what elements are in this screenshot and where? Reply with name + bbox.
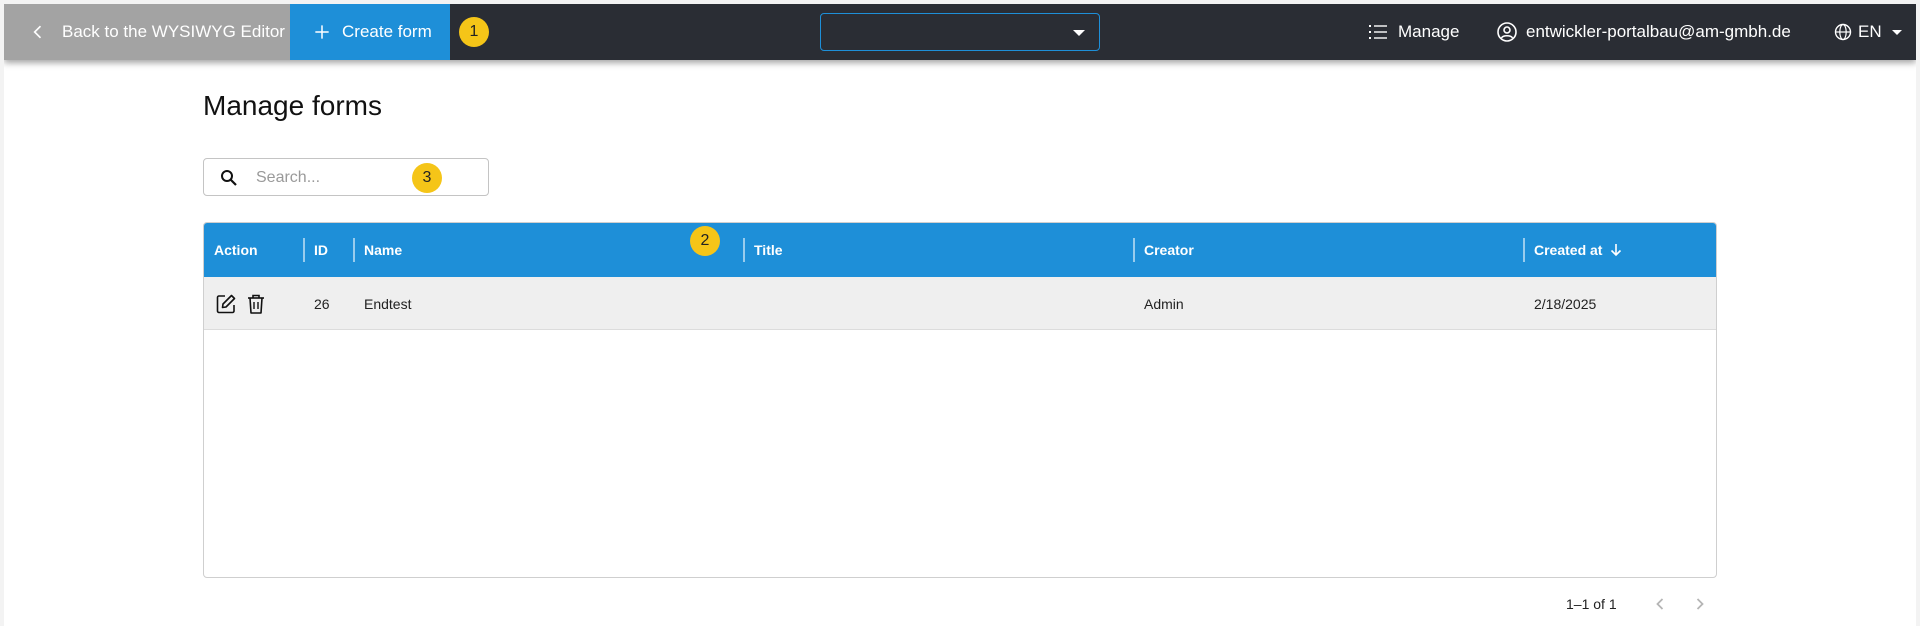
pagination-range: 1–1 of 1 bbox=[1566, 596, 1617, 612]
created-at-label: Created at bbox=[1534, 242, 1603, 258]
column-separator[interactable] bbox=[353, 238, 355, 262]
edit-icon[interactable] bbox=[214, 292, 238, 316]
back-button-label: Back to the WYSIWYG Editor bbox=[62, 22, 285, 41]
back-to-editor-button[interactable]: Back to the WYSIWYG Editor bbox=[4, 4, 290, 60]
column-header-action[interactable]: Action bbox=[214, 223, 258, 277]
cell-creator: Admin bbox=[1144, 295, 1184, 312]
forms-table: Action ID Name Title Creator Created at bbox=[203, 222, 1717, 578]
search-icon bbox=[221, 170, 237, 186]
app-frame: Back to the WYSIWYG Editor Create form M… bbox=[4, 4, 1916, 626]
chevron-right-icon[interactable] bbox=[1690, 594, 1710, 614]
annotation-marker: 2 bbox=[690, 226, 720, 256]
user-email: entwickler-portalbau@am-gmbh.de bbox=[1526, 22, 1791, 41]
list-icon bbox=[1369, 25, 1387, 39]
trash-icon[interactable] bbox=[244, 292, 268, 316]
chevron-left-icon bbox=[33, 25, 42, 39]
column-separator[interactable] bbox=[1523, 238, 1525, 262]
cell-created-at: 2/18/2025 bbox=[1534, 295, 1597, 312]
cell-id: 26 bbox=[314, 295, 330, 312]
search-box bbox=[203, 158, 489, 196]
column-header-created-at[interactable]: Created at bbox=[1534, 223, 1624, 277]
language-selector[interactable]: EN bbox=[1834, 4, 1902, 60]
row-actions bbox=[214, 277, 268, 330]
annotation-marker: 3 bbox=[412, 163, 442, 193]
language-label: EN bbox=[1858, 22, 1882, 41]
table-row: 26 Endtest Admin 2/18/2025 bbox=[204, 277, 1716, 330]
globe-icon bbox=[1834, 23, 1852, 41]
create-form-label: Create form bbox=[342, 22, 432, 41]
column-header-creator[interactable]: Creator bbox=[1144, 223, 1194, 277]
chevron-down-icon bbox=[1073, 30, 1085, 36]
user-account-button[interactable]: entwickler-portalbau@am-gmbh.de bbox=[1496, 4, 1791, 60]
page-title: Manage forms bbox=[203, 90, 382, 121]
arrow-down-icon bbox=[1611, 244, 1622, 257]
create-form-button[interactable]: Create form bbox=[290, 4, 450, 60]
manage-menu-button[interactable]: Manage bbox=[1368, 4, 1459, 60]
column-header-id[interactable]: ID bbox=[314, 223, 328, 277]
form-select-dropdown[interactable] bbox=[820, 13, 1100, 51]
column-separator[interactable] bbox=[743, 238, 745, 262]
cell-name: Endtest bbox=[364, 295, 412, 312]
column-header-name[interactable]: Name bbox=[364, 223, 402, 277]
column-separator[interactable] bbox=[303, 238, 305, 262]
column-separator[interactable] bbox=[1133, 238, 1135, 262]
table-header: Action ID Name Title Creator Created at bbox=[204, 223, 1716, 277]
annotation-marker: 1 bbox=[459, 17, 489, 47]
chevron-down-icon bbox=[1891, 29, 1902, 35]
top-navigation-bar: Back to the WYSIWYG Editor Create form M… bbox=[4, 4, 1916, 60]
manage-label: Manage bbox=[1398, 22, 1460, 41]
account-circle-icon bbox=[1497, 22, 1517, 42]
plus-icon bbox=[315, 25, 329, 39]
column-header-title[interactable]: Title bbox=[754, 223, 783, 277]
chevron-left-icon[interactable] bbox=[1650, 594, 1670, 614]
